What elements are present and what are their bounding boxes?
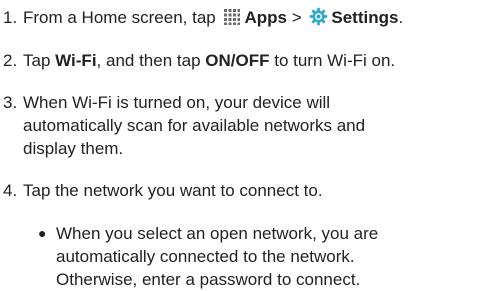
apps-icon <box>223 8 241 32</box>
step-number: 1. <box>3 8 18 27</box>
step-text: Tap the network you want to connect to. <box>23 179 489 202</box>
step-text: When Wi-Fi is turned on, your device wil… <box>23 91 489 160</box>
bullet-line-3: Otherwise, enter a password to connect. <box>56 270 361 289</box>
step-2-text-b: , and then tap <box>96 51 201 70</box>
step-3-line-1: When Wi-Fi is turned on, your device wil… <box>23 93 331 112</box>
step-2-text-a: Tap <box>23 51 51 70</box>
bullet-text: When you select an open network, you are… <box>56 222 487 291</box>
settings-icon <box>309 7 328 32</box>
step-3-line-2: automatically scan for available network… <box>23 116 366 135</box>
instructions-document: 1. From a Home screen, tap Apps > Settin… <box>0 0 495 290</box>
step-3-line-3: display them. <box>23 139 124 158</box>
step-2-text-c: to turn Wi-Fi on. <box>274 51 396 70</box>
period: . <box>398 8 404 27</box>
settings-label: Settings <box>331 8 399 27</box>
bullet-line-1: When you select an open network, you are <box>56 224 379 243</box>
apps-label: Apps <box>244 8 287 27</box>
step-1-text-a: From a Home screen, tap <box>23 8 216 27</box>
step-4-line-1: Tap the network you want to connect to. <box>23 181 323 200</box>
onoff-label: ON/OFF <box>205 51 270 70</box>
bullet-line-2: automatically connected to the network. <box>56 247 355 266</box>
step-number: 3. <box>3 93 18 112</box>
separator: > <box>291 8 302 27</box>
step-text: Tap Wi-Fi, and then tap ON/OFF to turn W… <box>23 49 489 72</box>
step-text: From a Home screen, tap Apps > Settings. <box>23 6 489 32</box>
wifi-label: Wi-Fi <box>55 51 97 70</box>
step-number: 4. <box>3 181 18 200</box>
bullet-icon: ● <box>38 225 47 241</box>
step-number: 2. <box>3 51 18 70</box>
